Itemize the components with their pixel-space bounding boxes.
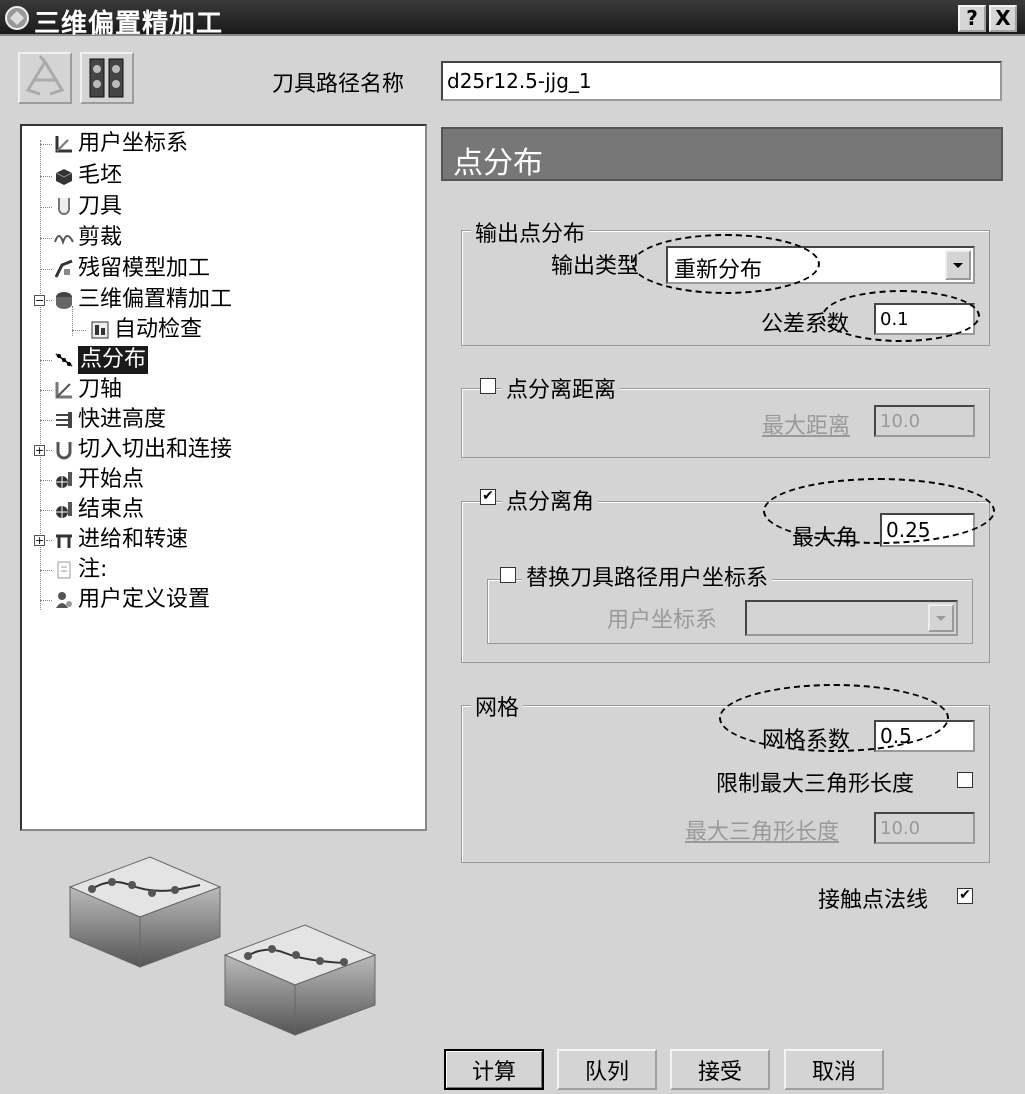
rest-model-icon — [54, 259, 73, 278]
accept-button[interactable]: 接受 — [670, 1049, 770, 1090]
toolpath-name-input[interactable] — [441, 61, 1002, 101]
dropdown-button — [928, 604, 954, 632]
tree-item-label: 开始点 — [78, 467, 145, 492]
separation-angle-checkbox[interactable]: ✔ — [480, 489, 496, 505]
section-header: 点分布 — [441, 127, 1003, 181]
block-icon — [55, 169, 73, 185]
replace-ucs-checkbox[interactable] — [500, 567, 516, 583]
recycle-button[interactable] — [18, 52, 72, 104]
help-button[interactable]: ? — [958, 5, 986, 32]
user-settings-icon — [56, 592, 72, 608]
collapse-toggle[interactable]: − — [34, 295, 45, 306]
contact-normals-label: 接触点法线 — [818, 888, 929, 913]
recycle-icon — [25, 55, 65, 96]
expand-toggle[interactable]: + — [34, 535, 45, 546]
tree-item-label: 残留模型加工 — [78, 256, 211, 281]
tree-item-label: 刀具 — [78, 194, 123, 219]
title-bar: 三维偏置精加工 ? X — [0, 0, 1025, 39]
max-distance-input — [874, 405, 975, 437]
output-type-value: 重新分布 — [674, 258, 763, 283]
toolpath-settings-tree[interactable]: 用户坐标系 毛坯 刀具 剪裁 残留模型加工 − 三维偏置精加工 自动检查 点分布… — [20, 124, 427, 831]
auto-check-icon — [91, 321, 109, 339]
dropdown-button[interactable] — [945, 250, 971, 280]
ucs-icon — [55, 136, 72, 153]
tree-item-label: 三维偏置精加工 — [78, 287, 233, 312]
max-angle-input[interactable] — [880, 513, 975, 547]
contact-normals-checkbox[interactable]: ✔ — [957, 888, 973, 904]
tolerance-factor-input[interactable] — [874, 303, 975, 335]
end-point-icon — [56, 502, 72, 518]
library-button[interactable] — [80, 52, 134, 104]
max-triangle-length-input — [874, 812, 975, 844]
group-title: 替换刀具路径用户坐标系 — [522, 560, 773, 592]
group-title: 点分离距离 — [502, 372, 621, 404]
ucs-select — [745, 600, 958, 636]
notes-icon — [57, 561, 71, 579]
group-title: 输出点分布 — [471, 216, 590, 248]
separation-distance-checkbox[interactable] — [480, 378, 496, 394]
point-distribution-icon — [55, 353, 73, 367]
tree-item-label: 点分布 — [78, 346, 149, 374]
library-icon — [89, 58, 124, 98]
cancel-button[interactable]: 取消 — [784, 1049, 884, 1090]
finishing-icon — [56, 292, 72, 309]
leads-links-icon — [56, 442, 72, 460]
limit-triangle-length-checkbox[interactable] — [957, 772, 973, 788]
calculate-button[interactable]: 计算 — [444, 1049, 544, 1090]
tolerance-factor-label: 公差系数 — [761, 312, 850, 337]
grid-factor-input[interactable] — [874, 720, 975, 752]
tree-item-label: 快进高度 — [78, 407, 167, 432]
max-distance-label: 最大距离 — [762, 414, 851, 439]
feeds-speeds-icon — [56, 534, 72, 548]
limit-triangle-length-label: 限制最大三角形长度 — [716, 772, 915, 797]
toolpath-name-label: 刀具路径名称 — [272, 72, 405, 97]
grid-factor-label: 网格系数 — [762, 728, 851, 753]
app-icon — [5, 6, 29, 30]
expand-toggle[interactable]: + — [34, 445, 45, 456]
tree-item-label: 自动检查 — [114, 317, 203, 342]
tool-icon — [58, 198, 70, 215]
queue-button[interactable]: 队列 — [557, 1049, 657, 1090]
tree-item-label: 毛坯 — [78, 163, 123, 188]
tree-item-label: 剪裁 — [78, 225, 123, 250]
group-title: 网格 — [471, 690, 524, 722]
point-distribution-illustration — [68, 856, 377, 1036]
tree-item-label: 用户定义设置 — [78, 587, 211, 612]
tree-item-label: 结束点 — [78, 497, 145, 522]
tree-item-label: 进给和转速 — [78, 527, 189, 552]
tree-item-label: 切入切出和连接 — [78, 437, 233, 462]
tree-item-label: 用户坐标系 — [78, 131, 189, 156]
chevron-down-icon — [953, 263, 963, 268]
group-title: 点分离角 — [502, 484, 599, 516]
output-type-label: 输出类型 — [551, 254, 640, 279]
window-title: 三维偏置精加工 — [34, 9, 224, 39]
section-title: 点分布 — [453, 146, 543, 181]
start-point-icon — [56, 472, 72, 488]
close-button[interactable]: X — [989, 5, 1017, 32]
tree-item-label: 刀轴 — [78, 377, 123, 402]
trim-icon — [54, 235, 74, 246]
max-triangle-length-label: 最大三角形长度 — [685, 820, 840, 845]
max-angle-label: 最大角 — [792, 526, 859, 551]
tool-axis-icon — [55, 382, 72, 399]
tree-item-label: 注: — [78, 557, 108, 582]
chevron-down-icon — [936, 616, 946, 621]
rapid-height-icon — [56, 412, 72, 428]
output-type-select[interactable]: 重新分布 — [666, 246, 975, 284]
ucs-label: 用户坐标系 — [607, 608, 718, 633]
